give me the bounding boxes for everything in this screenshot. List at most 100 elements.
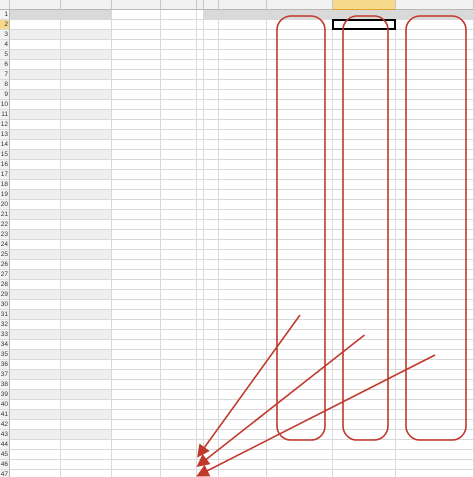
sum-of-value-cell[interactable] <box>221 250 265 260</box>
column-header-i[interactable] <box>333 0 396 10</box>
p25-cell[interactable] <box>269 30 331 40</box>
p25-cell[interactable] <box>269 190 331 200</box>
row-header[interactable]: 37 <box>0 370 10 380</box>
right-id-cell[interactable] <box>206 100 217 110</box>
row-header[interactable]: 28 <box>0 280 10 290</box>
row-header[interactable]: 19 <box>0 190 10 200</box>
row-header[interactable]: 41 <box>0 410 10 420</box>
right-id-cell[interactable] <box>206 280 217 290</box>
sum-of-value-header[interactable] <box>221 10 265 20</box>
row-header[interactable]: 26 <box>0 260 10 270</box>
sum-of-value-cell[interactable] <box>221 190 265 200</box>
p25-cell[interactable] <box>269 290 331 300</box>
p25-cell[interactable] <box>269 120 331 130</box>
p75-cell[interactable] <box>398 150 472 160</box>
p50-cell[interactable] <box>335 350 394 360</box>
right-id-cell[interactable] <box>206 380 217 390</box>
p75-cell[interactable] <box>398 360 472 370</box>
p75-cell[interactable] <box>398 170 472 180</box>
p25-cell[interactable] <box>269 50 331 60</box>
p75-cell[interactable] <box>398 200 472 210</box>
sum-of-value-cell[interactable] <box>221 220 265 230</box>
p25-cell[interactable] <box>269 360 331 370</box>
p50-cell[interactable] <box>335 240 394 250</box>
left-id-cell[interactable] <box>12 310 59 320</box>
left-value-cell[interactable] <box>63 360 110 370</box>
right-id-cell[interactable] <box>206 260 217 270</box>
sum-of-value-cell[interactable] <box>221 50 265 60</box>
p25-cell[interactable] <box>269 160 331 170</box>
left-id-cell[interactable] <box>12 260 59 270</box>
sum-of-value-cell[interactable] <box>221 230 265 240</box>
sum-of-value-cell[interactable] <box>221 310 265 320</box>
sum-of-value-cell[interactable] <box>221 300 265 310</box>
row-header[interactable]: 3 <box>0 30 10 40</box>
p75-cell[interactable] <box>398 160 472 170</box>
left-value-cell[interactable] <box>63 70 110 80</box>
row-header[interactable]: 25 <box>0 250 10 260</box>
p75-cell[interactable] <box>398 110 472 120</box>
right-id-cell[interactable] <box>206 270 217 280</box>
row-header[interactable]: 1 <box>0 10 10 20</box>
sum-of-value-cell[interactable] <box>221 370 265 380</box>
sum-of-value-cell[interactable] <box>221 130 265 140</box>
row-header[interactable]: 42 <box>0 420 10 430</box>
p50-cell[interactable] <box>335 300 394 310</box>
right-id-cell[interactable] <box>206 140 217 150</box>
sum-of-value-cell[interactable] <box>221 110 265 120</box>
p25-cell[interactable] <box>269 330 331 340</box>
left-id-cell[interactable] <box>12 280 59 290</box>
p50-cell[interactable] <box>335 180 394 190</box>
left-value-cell[interactable] <box>63 320 110 330</box>
left-id-cell[interactable] <box>12 200 59 210</box>
right-id-cell[interactable] <box>206 90 217 100</box>
column-header-a[interactable] <box>10 0 61 10</box>
p75-cell[interactable] <box>398 280 472 290</box>
row-header[interactable]: 43 <box>0 430 10 440</box>
left-id-cell[interactable] <box>12 210 59 220</box>
row-header[interactable]: 34 <box>0 340 10 350</box>
p25-cell[interactable] <box>269 220 331 230</box>
row-header[interactable]: 33 <box>0 330 10 340</box>
p75-cell[interactable] <box>398 130 472 140</box>
row-header[interactable]: 10 <box>0 100 10 110</box>
left-id-cell[interactable] <box>12 70 59 80</box>
p75-cell[interactable] <box>398 310 472 320</box>
sum-of-value-cell[interactable] <box>221 80 265 90</box>
p50-cell[interactable] <box>335 400 394 410</box>
sum-of-value-cell[interactable] <box>221 260 265 270</box>
sum-of-value-cell[interactable] <box>221 180 265 190</box>
p75-cell[interactable] <box>398 250 472 260</box>
sum-of-value-cell[interactable] <box>221 240 265 250</box>
p50-cell[interactable] <box>335 170 394 180</box>
p50-cell[interactable] <box>335 260 394 270</box>
left-value-cell[interactable] <box>63 220 110 230</box>
left-id-cell[interactable] <box>12 170 59 180</box>
p75-cell[interactable] <box>398 140 472 150</box>
row-header[interactable]: 40 <box>0 400 10 410</box>
right-id-cell[interactable] <box>206 360 217 370</box>
sum-of-value-cell[interactable] <box>221 380 265 390</box>
right-id-cell[interactable] <box>206 250 217 260</box>
right-id-header[interactable] <box>206 10 217 20</box>
sum-of-value-cell[interactable] <box>221 270 265 280</box>
p75-cell[interactable] <box>398 90 472 100</box>
p50-cell[interactable] <box>335 50 394 60</box>
sum-of-value-cell[interactable] <box>221 200 265 210</box>
left-value-cell[interactable] <box>63 300 110 310</box>
right-id-cell[interactable] <box>206 230 217 240</box>
left-value-cell[interactable] <box>63 200 110 210</box>
left-id-cell[interactable] <box>12 160 59 170</box>
p50-cell[interactable] <box>335 310 394 320</box>
sum-of-value-cell[interactable] <box>221 100 265 110</box>
sum-of-value-cell[interactable] <box>221 60 265 70</box>
left-id-cell[interactable] <box>12 360 59 370</box>
p75-cell[interactable] <box>398 70 472 80</box>
row-header[interactable]: 16 <box>0 160 10 170</box>
left-value-cell[interactable] <box>63 290 110 300</box>
left-id-cell[interactable] <box>12 150 59 160</box>
sum-of-value-cell[interactable] <box>221 30 265 40</box>
p75-cell[interactable] <box>398 40 472 50</box>
left-value-cell[interactable] <box>63 180 110 190</box>
row-header[interactable]: 24 <box>0 240 10 250</box>
